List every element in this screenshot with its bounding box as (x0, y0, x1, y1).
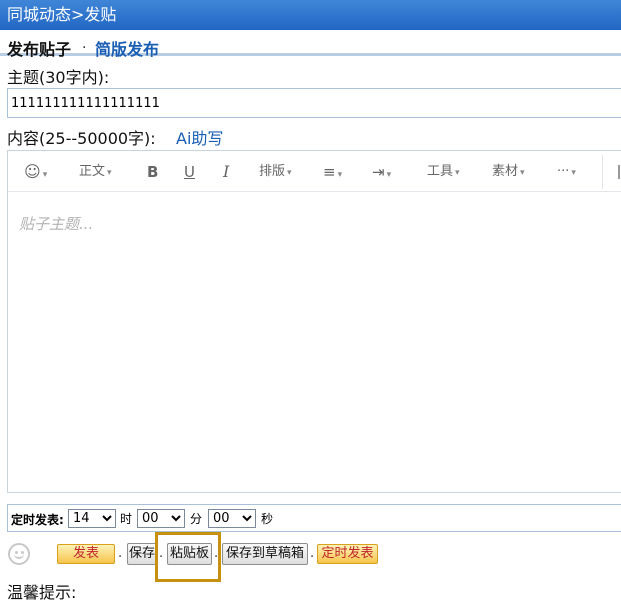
tips-label: 温馨提示: (7, 583, 77, 602)
hour-select[interactable]: 14 (68, 509, 116, 528)
bold-button[interactable]: B (147, 162, 158, 182)
material-dropdown[interactable]: 素材 ▾ (492, 162, 525, 182)
clipboard-button[interactable]: 粘贴板 (167, 543, 212, 565)
more-icon: ··· (557, 164, 570, 179)
tools-dropdown[interactable]: 工具 ▾ (427, 162, 460, 182)
ai-assist-link[interactable]: Ai助写 (176, 125, 223, 149)
underline-button[interactable]: U (184, 162, 195, 182)
second-select[interactable]: 00 (208, 509, 256, 528)
more-dropdown[interactable]: ··· ▾ (557, 162, 576, 182)
chevron-down-icon: ▾ (455, 168, 460, 178)
subject-input[interactable] (7, 88, 621, 118)
scheduled-publish-label: 定时发表: (11, 513, 64, 527)
chevron-down-icon: ▾ (287, 168, 292, 178)
chevron-down-icon: ▾ (571, 168, 576, 178)
paragraph-style-label: 正文 (79, 164, 106, 179)
scheduled-publish-row: 定时发表: 14 时 00 分 00 秒 (7, 504, 621, 532)
save-button[interactable]: 保存 (127, 543, 157, 565)
action-separator: . (118, 546, 123, 561)
subject-label: 主题(30字内): (7, 68, 110, 87)
material-label: 素材 (492, 164, 519, 179)
action-separator: . (310, 546, 315, 561)
bold-icon: B (147, 163, 159, 181)
hour-unit: 时 (120, 512, 133, 526)
tools-label: 工具 (427, 164, 454, 179)
page-title: 同城动态>发贴 (7, 5, 117, 24)
minute-unit: 分 (190, 512, 203, 526)
paragraph-style-dropdown[interactable]: 正文 ▾ (79, 162, 112, 182)
minute-select[interactable]: 00 (137, 509, 185, 528)
emoji-smiley-icon[interactable] (8, 543, 30, 565)
smiley-icon: ☺ (24, 162, 41, 181)
mode-separator: . (82, 36, 87, 52)
chevron-down-icon: ▾ (42, 170, 48, 180)
toolbar-divider (602, 155, 603, 189)
publish-button[interactable]: 发表 (57, 544, 115, 564)
align-dropdown[interactable]: ≡ ▾ (323, 162, 342, 182)
save-to-drafts-button[interactable]: 保存到草稿箱 (222, 543, 308, 565)
content-label: 内容(25--50000字): (7, 129, 156, 148)
editor-placeholder[interactable]: 贴子主题... (19, 213, 93, 234)
indent-icon: ⇥ (372, 163, 385, 181)
chevron-down-icon: ▾ (337, 170, 343, 180)
chevron-down-icon: ▾ (520, 168, 525, 178)
action-separator: . (159, 546, 164, 561)
underline-icon: U (184, 163, 195, 181)
action-separator: . (214, 546, 219, 561)
mode-simple-link[interactable]: 简版发布 (95, 36, 159, 60)
layout-label: 排版 (259, 164, 286, 179)
rich-text-editor: ☺ ▾ 正文 ▾ B U I 排版 ▾ ≡ ▾ ⇥ ▾ 工具 ▾ 素材 ▾ ··· ▾ 贴子主题… (7, 150, 621, 493)
italic-button[interactable]: I (223, 162, 229, 182)
emoji-button[interactable]: ☺ ▾ (24, 162, 47, 182)
scheduled-publish-button[interactable]: 定时发表 (317, 544, 378, 564)
italic-icon: I (223, 162, 230, 181)
smiley-mouth (14, 553, 24, 559)
chevron-down-icon: ▾ (386, 170, 392, 180)
align-icon: ≡ (323, 163, 336, 181)
indent-dropdown[interactable]: ⇥ ▾ (372, 162, 391, 182)
mode-full-post: 发布贴子 (7, 40, 72, 59)
chevron-down-icon: ▾ (107, 168, 112, 178)
second-unit: 秒 (261, 512, 274, 526)
editor-toolbar: ☺ ▾ 正文 ▾ B U I 排版 ▾ ≡ ▾ ⇥ ▾ 工具 ▾ 素材 ▾ ··· ▾ (8, 151, 621, 192)
layout-dropdown[interactable]: 排版 ▾ (259, 162, 292, 182)
post-mode-row: 发布贴子 . 简版发布 (0, 34, 621, 59)
page-header: 同城动态>发贴 (0, 0, 621, 30)
